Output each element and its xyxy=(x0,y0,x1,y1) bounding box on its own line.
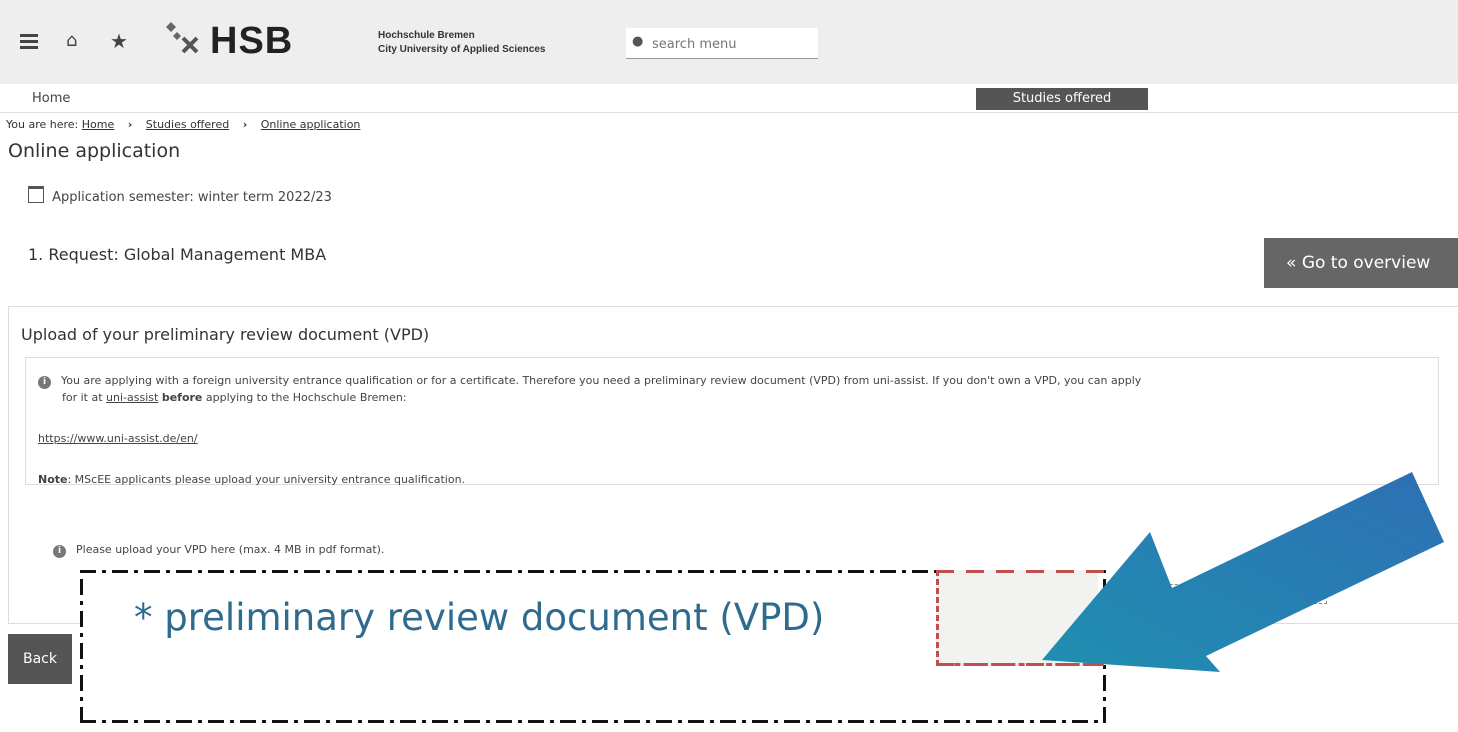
search-box[interactable]: ● xyxy=(626,28,818,59)
university-name: Hochschule Bremen City University of App… xyxy=(378,29,545,57)
overview-button-label: Go to overview xyxy=(1301,253,1431,273)
info-text: i You are applying with a foreign univers… xyxy=(38,372,1428,406)
university-name-line1: Hochschule Bremen xyxy=(378,30,475,41)
university-name-line2: City University of Applied Sciences xyxy=(378,44,546,55)
note-label: Note xyxy=(38,473,68,486)
star-icon[interactable]: ★ xyxy=(110,29,128,53)
uni-assist-link[interactable]: uni-assist xyxy=(106,391,158,404)
info-line-2-pre: for it at xyxy=(62,391,103,404)
breadcrumb-prefix: You are here: xyxy=(6,118,79,131)
pointer-arrow-icon xyxy=(1042,472,1444,672)
breadcrumb-online-application[interactable]: Online application xyxy=(261,118,361,131)
info-icon: i xyxy=(38,376,51,389)
upload-hint: i Please upload your VPD here (max. 4 MB … xyxy=(53,543,384,558)
logo-text[interactable]: HSB xyxy=(210,20,293,63)
info-line-1: You are applying with a foreign universi… xyxy=(61,374,1142,387)
panel-title: Upload of your preliminary review docume… xyxy=(21,325,430,344)
semester-text: Application semester: winter term 2022/2… xyxy=(52,190,332,205)
info-line-2-post: applying to the Hochschule Bremen: xyxy=(205,391,407,404)
breadcrumb: You are here: Home › Studies offered › O… xyxy=(6,118,360,131)
nav-studies-offered[interactable]: Studies offered xyxy=(976,88,1148,110)
upload-hint-text: Please upload your VPD here (max. 4 MB i… xyxy=(76,543,385,556)
chevron-right-icon: › xyxy=(242,118,248,131)
info-line-2-bold: before xyxy=(161,391,203,404)
search-input[interactable] xyxy=(650,32,814,56)
nav-row: Home Studies offered xyxy=(0,84,1458,113)
logo-icon xyxy=(166,22,199,54)
home-icon[interactable]: ⌂ xyxy=(66,30,77,51)
page-title: Online application xyxy=(8,140,181,162)
search-icon: ● xyxy=(632,34,644,49)
top-bar: ⌂ ★ HSB Hochschule Bremen City Universit… xyxy=(0,0,1458,84)
breadcrumb-studies[interactable]: Studies offered xyxy=(146,118,229,131)
note: Note: MScEE applicants please upload you… xyxy=(38,473,465,486)
chevron-right-icon: › xyxy=(127,118,133,131)
nav-home[interactable]: Home xyxy=(32,91,70,106)
note-text: : MScEE applicants please upload your un… xyxy=(67,473,466,486)
menu-icon[interactable] xyxy=(20,34,38,50)
request-title: 1. Request: Global Management MBA xyxy=(28,245,327,264)
vpd-field-label: * preliminary review document (VPD) xyxy=(134,596,825,639)
breadcrumb-home[interactable]: Home xyxy=(82,118,114,131)
back-button[interactable]: Back xyxy=(8,634,72,684)
zoom-callout: * preliminary review document (VPD) xyxy=(80,570,1106,723)
go-to-overview-button[interactable]: « Go to overview xyxy=(1264,238,1458,288)
calendar-icon xyxy=(28,186,44,203)
application-semester: Application semester: winter term 2022/2… xyxy=(28,186,332,205)
double-chevron-left-icon: « xyxy=(1286,253,1297,273)
uni-assist-url-link[interactable]: https://www.uni-assist.de/en/ xyxy=(38,432,198,445)
info-line-2: for it at uni-assist before applying to … xyxy=(38,391,407,404)
info-icon: i xyxy=(53,545,66,558)
